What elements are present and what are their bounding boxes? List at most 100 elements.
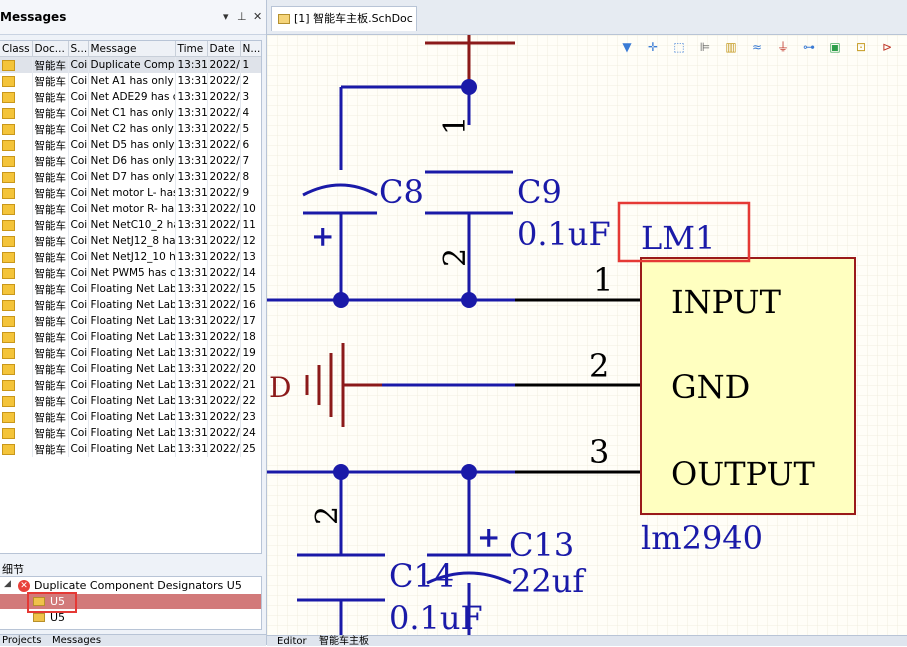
time-cell: 13:31 [175, 137, 208, 153]
tree-child[interactable]: U5 [0, 610, 261, 625]
bus-icon[interactable]: ⊶ [801, 39, 817, 55]
pin-number-1: 1 [593, 261, 613, 299]
column-header-date[interactable]: Date [207, 41, 241, 57]
table-row[interactable]: 智能车 Coi Net A1 has only 13:31 2022/2 [0, 73, 261, 89]
column-header-source[interactable]: S... [68, 41, 89, 57]
source-cell: Coi [68, 297, 89, 313]
time-cell: 13:31 [175, 249, 208, 265]
warning-class-icon [2, 235, 15, 247]
tab-sheet[interactable]: 智能车主板 [319, 637, 369, 647]
source-cell: Coi [68, 56, 89, 73]
message-cell: Net A1 has only [88, 73, 176, 89]
column-header-number[interactable]: N... [240, 41, 261, 57]
table-row[interactable]: 智能车 Coi Net NetC10_2 ha 13:31 2022/11 [0, 217, 261, 233]
pin-name-gnd: GND [671, 368, 750, 406]
overflow-icon[interactable]: ⊳ [879, 39, 895, 55]
source-cell: Coi [68, 185, 89, 201]
table-row[interactable]: 智能车 Coi Floating Net Lab 13:31 2022/18 [0, 329, 261, 345]
message-cell: Net D7 has only [88, 169, 176, 185]
close-button[interactable]: ✕ [253, 10, 262, 23]
source-cell: Coi [68, 409, 89, 425]
wire-icon[interactable]: ≈ [749, 39, 765, 55]
table-row[interactable]: 智能车 Coi Floating Net Lab 13:31 2022/25 [0, 441, 261, 457]
table-row[interactable]: 智能车 Coi Floating Net Lab 13:31 2022/21 [0, 377, 261, 393]
column-header-class[interactable]: Class [0, 41, 33, 57]
number-cell: 11 [240, 217, 261, 233]
number-cell: 17 [240, 313, 261, 329]
table-row[interactable]: 智能车 Coi Net C1 has only 13:31 2022/4 [0, 105, 261, 121]
source-cell: Coi [68, 329, 89, 345]
document-cell: 智能车 [32, 137, 69, 153]
warning-class-icon [2, 59, 15, 71]
tab-editor[interactable]: Editor [277, 637, 307, 647]
table-row[interactable]: 智能车 Coi Duplicate Comp 13:31 2022/1 [0, 56, 261, 73]
ground-icon[interactable]: ⏚ [775, 39, 791, 55]
date-cell: 2022/ [207, 265, 241, 281]
table-row[interactable]: 智能车 Coi Net ADE29 has c 13:31 2022/3 [0, 89, 261, 105]
select-rect-icon[interactable]: ⬚ [671, 39, 687, 55]
class-cell [0, 73, 33, 89]
table-row[interactable]: 智能车 Coi Net motor L- has 13:31 2022/9 [0, 185, 261, 201]
time-cell: 13:31 [175, 153, 208, 169]
table-row[interactable]: 智能车 Coi Floating Net Lab 13:31 2022/16 [0, 297, 261, 313]
message-cell: Net ADE29 has c [88, 89, 176, 105]
table-row[interactable]: 智能车 Coi Net PWM5 has c 13:31 2022/14 [0, 265, 261, 281]
date-cell: 2022/ [207, 73, 241, 89]
table-row[interactable]: 智能车 Coi Net D5 has only 13:31 2022/6 [0, 137, 261, 153]
table-row[interactable]: 智能车 Coi Floating Net Lab 13:31 2022/23 [0, 409, 261, 425]
table-row[interactable]: 智能车 Coi Floating Net Lab 13:31 2022/19 [0, 345, 261, 361]
c9-pin-number-2: 2 [438, 248, 473, 267]
filter-icon[interactable]: ▼ [619, 39, 635, 55]
table-row[interactable]: 智能车 Coi Floating Net Lab 13:31 2022/17 [0, 313, 261, 329]
source-cell: Coi [68, 361, 89, 377]
collapse-arrow-icon[interactable]: ◢ [4, 579, 11, 589]
table-row[interactable]: 智能车 Coi Floating Net Lab 13:31 2022/24 [0, 425, 261, 441]
date-cell: 2022/ [207, 201, 241, 217]
class-cell [0, 345, 33, 361]
message-cell: Floating Net Lab [88, 345, 176, 361]
error-icon: ✕ [18, 580, 30, 592]
source-cell: Coi [68, 441, 89, 457]
pin-icon[interactable]: ⊥ [237, 10, 247, 23]
table-row[interactable]: 智能车 Coi Net C2 has only 13:31 2022/5 [0, 121, 261, 137]
message-cell: Floating Net Lab [88, 281, 176, 297]
warning-class-icon [2, 171, 15, 183]
table-row[interactable]: 智能车 Coi Net motor R- ha 13:31 2022/10 [0, 201, 261, 217]
message-cell: Floating Net Lab [88, 393, 176, 409]
source-cell: Coi [68, 217, 89, 233]
message-cell: Net D5 has only [88, 137, 176, 153]
column-header-document[interactable]: Doc... [32, 41, 69, 57]
document-cell: 智能车 [32, 73, 69, 89]
table-row[interactable]: 智能车 Coi Floating Net Lab 13:31 2022/22 [0, 393, 261, 409]
number-cell: 4 [240, 105, 261, 121]
pin-name-input: INPUT [671, 283, 782, 321]
table-row[interactable]: 智能车 Coi Net D6 has only 13:31 2022/7 [0, 153, 261, 169]
table-row[interactable]: 智能车 Coi Net NetJ12_10 h 13:31 2022/13 [0, 249, 261, 265]
document-cell: 智能车 [32, 89, 69, 105]
class-cell [0, 265, 33, 281]
table-row[interactable]: 智能车 Coi Net D7 has only 13:31 2022/8 [0, 169, 261, 185]
component-icon[interactable]: ▥ [723, 39, 739, 55]
source-cell: Coi [68, 121, 89, 137]
align-icon[interactable]: ⊫ [697, 39, 713, 55]
number-cell: 7 [240, 153, 261, 169]
dropdown-button[interactable]: ▾ [223, 10, 229, 23]
crosshair-icon[interactable]: ✛ [645, 39, 661, 55]
netlabel-icon[interactable]: ⊡ [853, 39, 869, 55]
harness-icon[interactable]: ▣ [827, 39, 843, 55]
time-cell: 13:31 [175, 281, 208, 297]
editor-tabs: Editor 智能车主板 [267, 635, 907, 647]
table-row[interactable]: 智能车 Coi Floating Net Lab 13:31 2022/20 [0, 361, 261, 377]
warning-class-icon [2, 347, 15, 359]
tab-document[interactable]: [1] 智能车主板.SchDoc [271, 6, 417, 31]
table-row[interactable]: 智能车 Coi Floating Net Lab 13:31 2022/15 [0, 281, 261, 297]
messages-title-bar: Messages ▾ ⊥ ✕ [0, 0, 266, 35]
time-cell: 13:31 [175, 56, 208, 73]
lm1-value: lm2940 [641, 519, 763, 557]
column-header-message[interactable]: Message [88, 41, 176, 57]
schematic-canvas[interactable]: D C8 C9 0.1uF LM1 lm2940 C13 22uf C14 0.… [267, 35, 907, 635]
document-cell: 智能车 [32, 153, 69, 169]
table-row[interactable]: 智能车 Coi Net NetJ12_8 ha 13:31 2022/12 [0, 233, 261, 249]
date-cell: 2022/ [207, 121, 241, 137]
column-header-time[interactable]: Time [175, 41, 208, 57]
